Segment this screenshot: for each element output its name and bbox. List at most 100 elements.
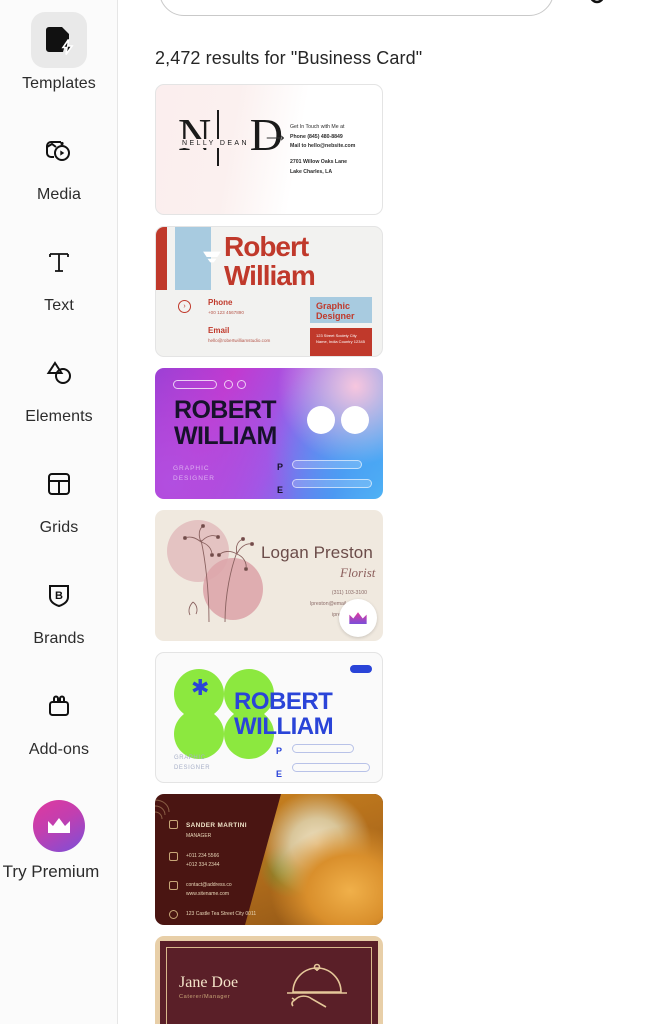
card-name: Robert William bbox=[224, 232, 316, 291]
phone-label: Phone bbox=[208, 298, 233, 307]
email-value: hello@nebsite.com bbox=[307, 143, 356, 150]
cup-logo-icon bbox=[203, 251, 221, 263]
template-card[interactable]: N D NELLY DEAN ⟶ Get In Touch with Me at… bbox=[155, 84, 383, 215]
contact-block: Get In Touch with Me at Phone (845) 480-… bbox=[290, 123, 355, 177]
decor-dot bbox=[341, 406, 369, 434]
elements-icon bbox=[31, 345, 87, 401]
last-name: William bbox=[224, 259, 316, 291]
decor-dot bbox=[307, 406, 335, 434]
person-icon bbox=[169, 820, 178, 829]
decor-tag bbox=[350, 665, 372, 673]
phone-label: P bbox=[276, 746, 283, 756]
phone-icon bbox=[169, 851, 178, 861]
addons-icon bbox=[31, 678, 87, 734]
phone-label: Phone bbox=[290, 133, 306, 140]
contact-row: +011 234 5566 +012 334 2344 bbox=[169, 851, 256, 871]
contact-heading: Get In Touch with Me at bbox=[290, 124, 345, 130]
try-premium-label: Try Premium bbox=[2, 862, 100, 881]
template-results-grid: N D NELLY DEAN ⟶ Get In Touch with Me at… bbox=[155, 84, 627, 1024]
search-bar[interactable]: Business Card bbox=[159, 0, 554, 16]
template-card[interactable]: SANDER MARTINI MANAGER +011 234 5566 +01… bbox=[155, 794, 383, 925]
contact-row: 123 Castle Tea Street City 0011 bbox=[169, 909, 257, 920]
sidebar-item-label: Grids bbox=[39, 519, 79, 536]
sidebar-item-text[interactable]: Text bbox=[0, 222, 117, 333]
first-name: ROBERT bbox=[174, 396, 277, 424]
template-card[interactable]: ✱ ROBERT WILLIAM GRAPHIC DESIGNER P E bbox=[155, 652, 383, 783]
email-value-1: contact@address.co bbox=[186, 881, 232, 888]
location-icon bbox=[169, 909, 178, 919]
brands-icon: B bbox=[31, 567, 87, 623]
card-name: Jane Doe bbox=[179, 974, 239, 991]
person-name: SANDER MARTINI bbox=[186, 822, 247, 829]
role-badge: Graphic Designer bbox=[310, 297, 372, 323]
decor-circle bbox=[174, 709, 224, 759]
address-value: 123 Castle Tea Street City 0011 bbox=[186, 910, 257, 917]
phone-value: (311) 103-3100 bbox=[331, 590, 367, 596]
sidebar-item-label: Text bbox=[44, 297, 74, 314]
role-label: GRAPHIC DESIGNER bbox=[173, 465, 215, 483]
left-sidebar: Templates Media Text Elements Grids B Br… bbox=[0, 0, 118, 1024]
phone-value-1: +011 234 5566 bbox=[186, 852, 220, 859]
last-name: WILLIAM bbox=[234, 713, 334, 741]
sidebar-item-elements[interactable]: Elements bbox=[0, 333, 117, 444]
phone-field bbox=[292, 460, 362, 469]
sidebar-item-label: Media bbox=[36, 186, 82, 203]
decor-circle bbox=[237, 380, 246, 389]
template-card[interactable]: Robert William › Phone +00 123 4567890 E… bbox=[155, 226, 383, 357]
user-icon[interactable] bbox=[584, 0, 610, 8]
phone-value-2: +012 334 2344 bbox=[186, 862, 220, 869]
logo-box bbox=[175, 227, 221, 290]
sidebar-item-label: Elements bbox=[25, 408, 93, 425]
role-label: GRAPHIC DESIGNER bbox=[174, 755, 211, 772]
sidebar-item-label: Add-ons bbox=[28, 741, 90, 758]
templates-icon bbox=[31, 12, 87, 68]
phone-label: P bbox=[277, 462, 284, 472]
sidebar-item-label: Templates bbox=[22, 75, 96, 92]
try-premium-button[interactable]: Try Premium bbox=[0, 800, 117, 882]
monogram-divider bbox=[217, 110, 219, 166]
contact-block: SANDER MARTINI MANAGER +011 234 5566 +01… bbox=[169, 820, 256, 925]
contact-labels: P E bbox=[277, 456, 283, 499]
phone-field bbox=[292, 744, 354, 753]
address-block: 123 Street Society City Name, India Coun… bbox=[310, 328, 372, 356]
sidebar-item-brands[interactable]: B Brands bbox=[0, 555, 117, 666]
email-label: E bbox=[276, 769, 283, 780]
card-name: ROBERT WILLIAM bbox=[234, 688, 334, 741]
sidebar-item-media[interactable]: Media bbox=[0, 111, 117, 222]
email-value-2: www.sitename.com bbox=[186, 891, 230, 898]
contact-labels: P E bbox=[276, 740, 283, 782]
last-name: WILLIAM bbox=[174, 421, 277, 450]
decor-circle bbox=[224, 380, 233, 389]
main-content: Business Card 2,472 results for "Busines… bbox=[119, 0, 662, 1024]
sidebar-item-add-ons[interactable]: Add-ons bbox=[0, 666, 117, 777]
text-icon bbox=[31, 234, 87, 290]
grids-icon bbox=[31, 456, 87, 512]
chevron-right-icon: › bbox=[178, 300, 191, 313]
sidebar-item-templates[interactable]: Templates bbox=[0, 0, 117, 111]
role-label: Caterer/Manager bbox=[179, 994, 231, 1000]
arrow-icon: ⟶ bbox=[266, 130, 285, 145]
decor-pill bbox=[173, 380, 217, 389]
first-name: ROBERT bbox=[234, 688, 333, 715]
card-name: ROBERT WILLIAM bbox=[174, 396, 277, 450]
template-card[interactable]: Jane Doe Caterer/Manager (332) 335-3400 … bbox=[155, 936, 383, 1024]
sidebar-item-label: Brands bbox=[33, 630, 85, 647]
contact-row: contact@address.co www.sitename.com bbox=[169, 880, 256, 900]
address-line-1: 2701 Willow Oaks Lane bbox=[290, 158, 348, 165]
premium-badge bbox=[339, 599, 377, 637]
role-label: Florist bbox=[340, 565, 376, 580]
svg-text:B: B bbox=[55, 590, 63, 602]
contact-row: SANDER MARTINI MANAGER bbox=[169, 820, 256, 842]
person-role: MANAGER bbox=[186, 833, 212, 840]
template-card[interactable]: ROBERT WILLIAM GRAPHIC DESIGNER P E bbox=[155, 368, 383, 499]
media-icon bbox=[31, 123, 87, 179]
card-name: Logan Preston bbox=[261, 543, 373, 562]
floral-illustration bbox=[182, 523, 255, 623]
sidebar-item-grids[interactable]: Grids bbox=[0, 444, 117, 555]
mail-label: Mail to bbox=[290, 143, 307, 150]
asterisk-icon: ✱ bbox=[191, 675, 210, 700]
template-card[interactable]: Logan Preston Florist (311) 103-3100 lpr… bbox=[155, 510, 383, 641]
accent-bar bbox=[156, 227, 167, 290]
crown-icon bbox=[33, 800, 85, 852]
email-field bbox=[292, 479, 372, 488]
